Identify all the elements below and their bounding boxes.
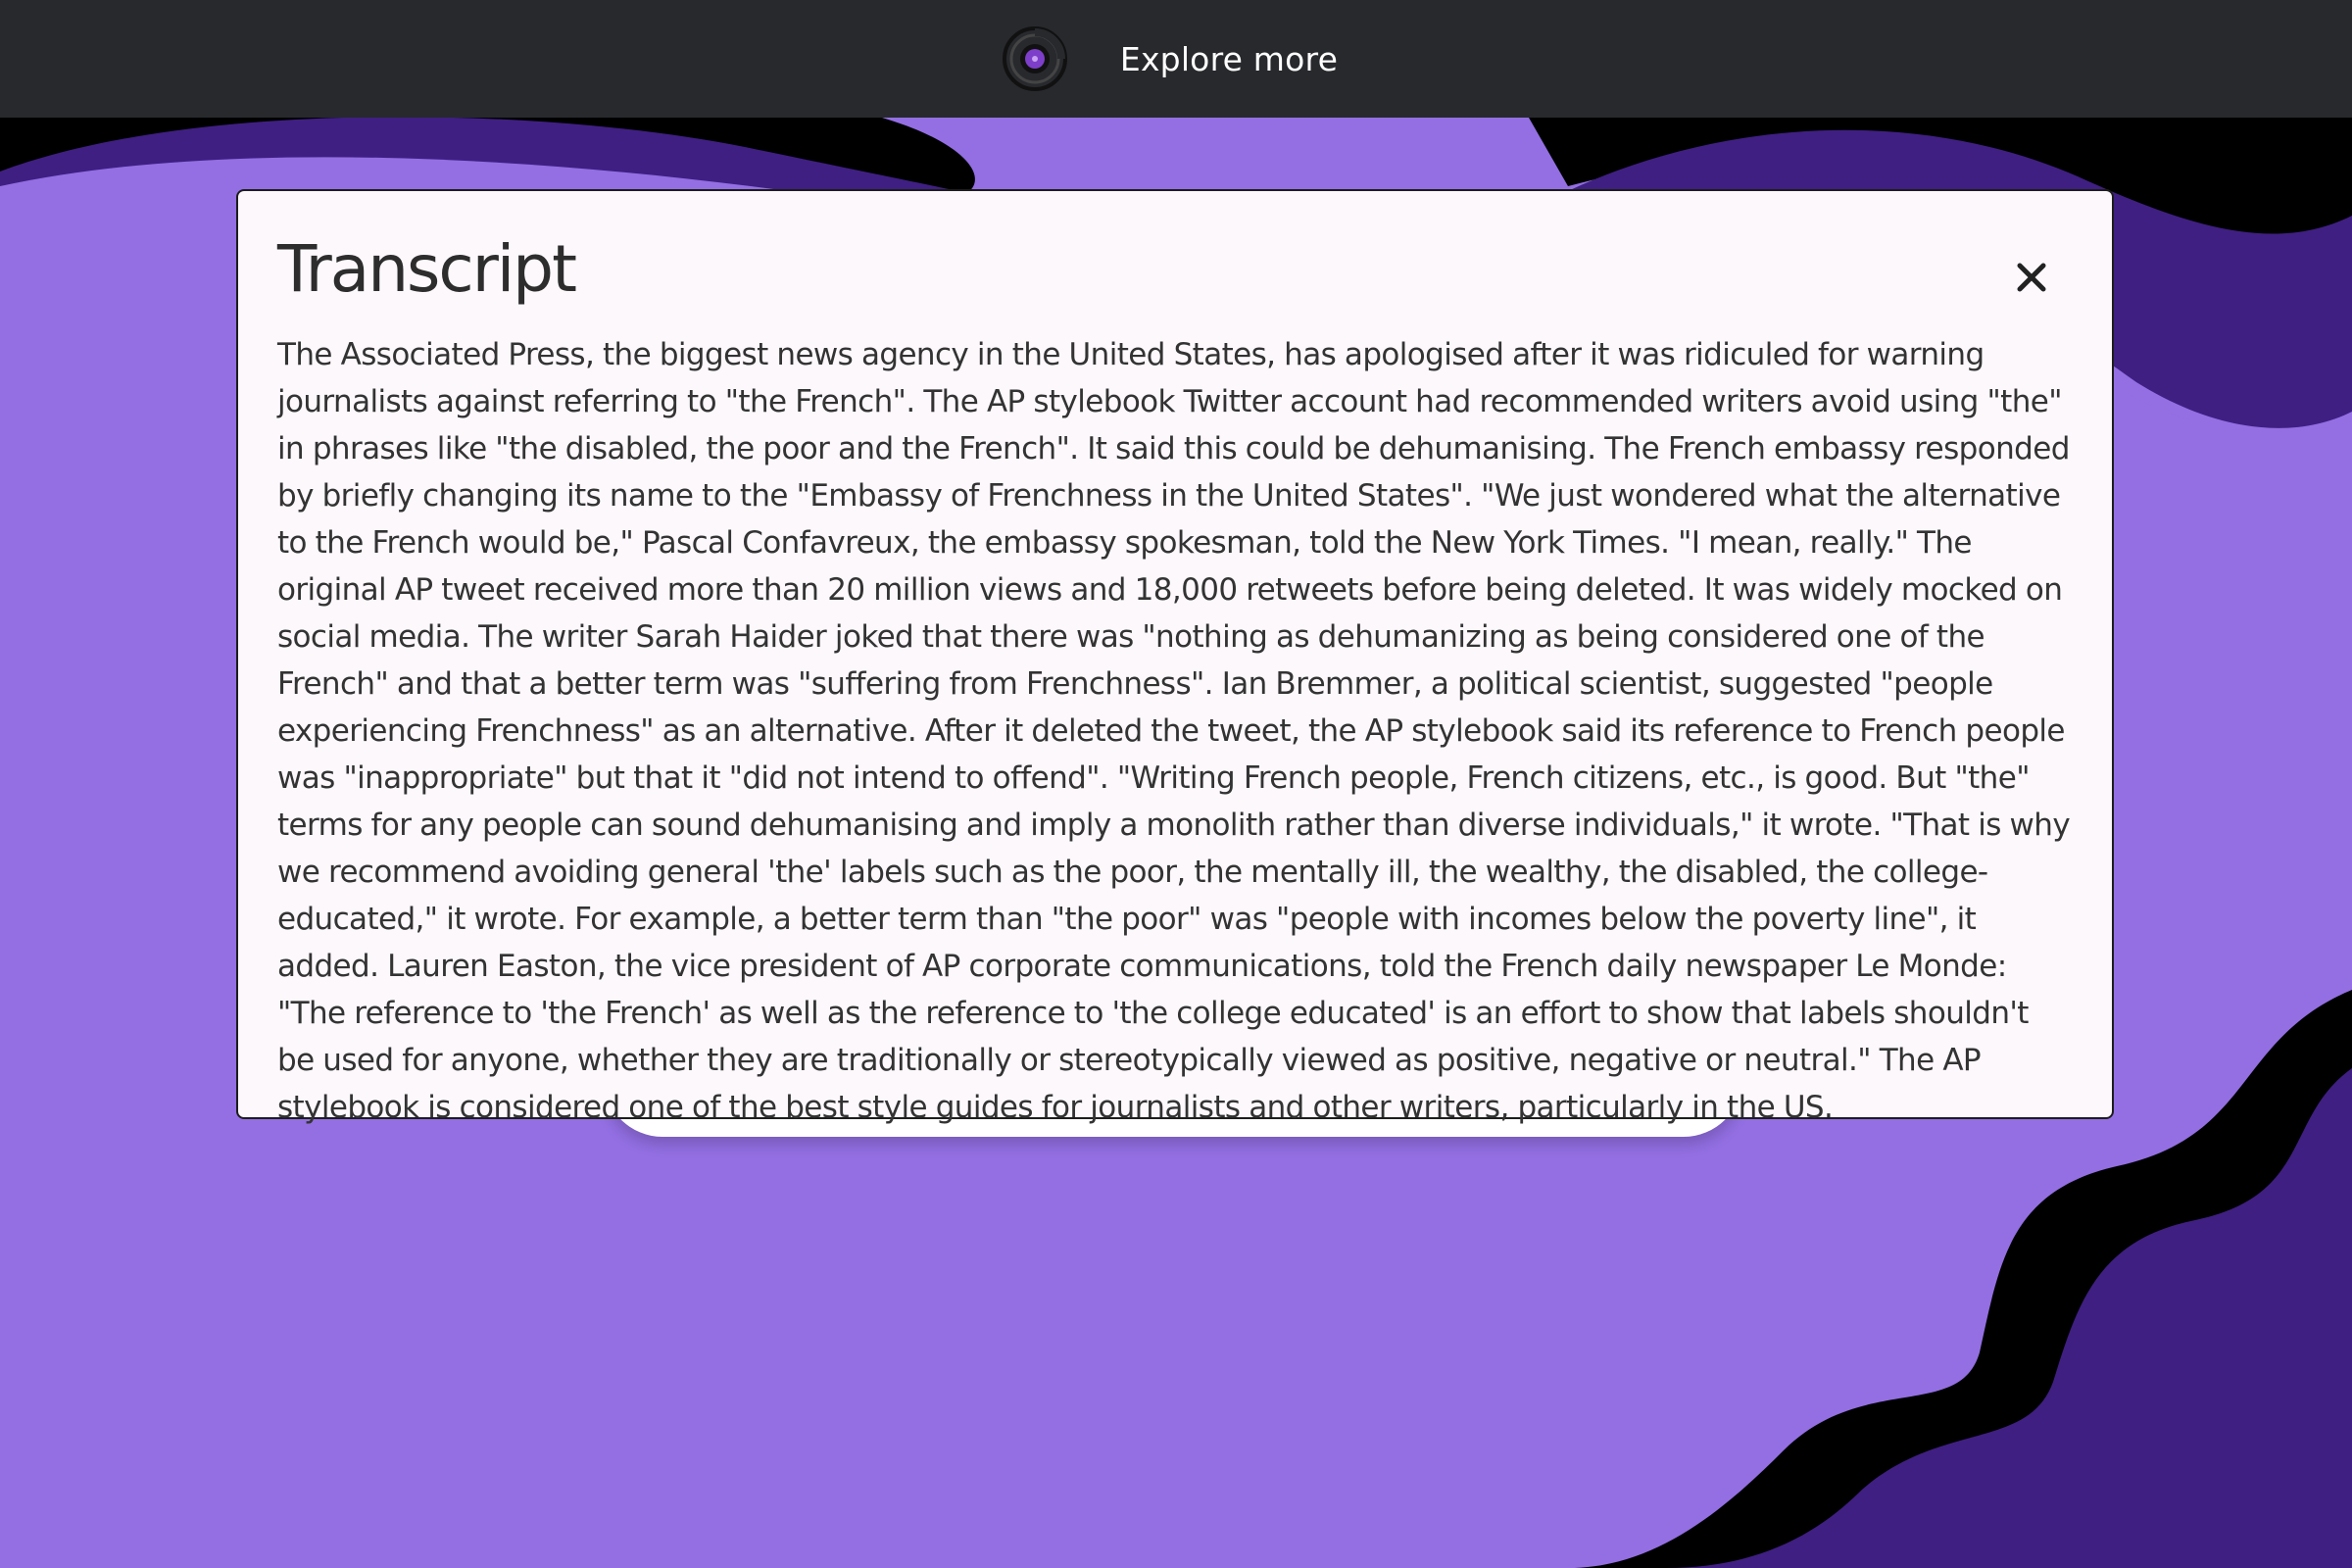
- modal-title: Transcript: [277, 231, 577, 307]
- top-bar: Explore more: [0, 0, 2352, 118]
- explore-more-link[interactable]: Explore more: [1120, 40, 1338, 78]
- transcript-modal: Transcript The Associated Press, the big…: [236, 189, 2114, 1125]
- transcript-text: The Associated Press, the biggest news a…: [277, 337, 2071, 1126]
- close-icon[interactable]: [2014, 260, 2049, 295]
- camera-lens-logo-icon[interactable]: [1001, 24, 1069, 93]
